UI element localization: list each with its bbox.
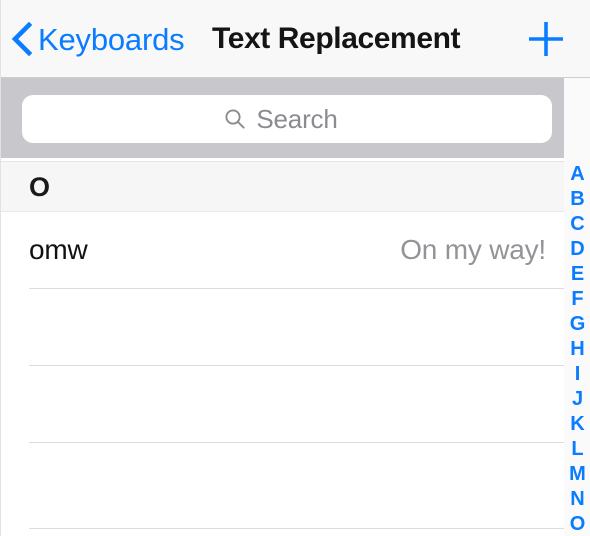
search-icon — [225, 109, 245, 129]
section-index-letter[interactable]: E — [564, 262, 590, 287]
table-row[interactable] — [1, 289, 564, 366]
row-separator — [29, 528, 564, 529]
search-bar-container: Search — [1, 78, 564, 158]
search-field-content: Search — [224, 104, 338, 134]
text-replacement-screen: Keyboards Text Replacement Search O omw … — [0, 0, 590, 536]
table-row[interactable]: omw On my way! — [1, 212, 564, 289]
section-index-letter[interactable]: G — [564, 312, 590, 337]
back-button[interactable]: Keyboards — [11, 16, 185, 62]
section-index-letter[interactable]: M — [564, 462, 590, 487]
section-index-letter[interactable]: D — [564, 237, 590, 262]
table-row[interactable] — [1, 452, 564, 529]
search-placeholder-text: Search — [256, 104, 338, 134]
add-button[interactable] — [525, 18, 567, 60]
chevron-left-icon — [11, 22, 33, 56]
row-separator — [29, 442, 564, 443]
section-index[interactable]: ABCDEFGHIJKLMNO — [564, 78, 590, 536]
section-index-letter[interactable]: K — [564, 412, 590, 437]
section-header: O — [1, 161, 564, 212]
back-button-label: Keyboards — [38, 21, 185, 57]
section-index-letter[interactable]: J — [564, 387, 590, 412]
page-title: Text Replacement — [212, 22, 461, 55]
search-input[interactable]: Search — [22, 95, 552, 143]
section-index-letter[interactable]: H — [564, 337, 590, 362]
row-phrase: On my way! — [400, 234, 546, 265]
section-index-letter[interactable]: C — [564, 212, 590, 237]
plus-icon — [529, 22, 563, 56]
section-index-letter[interactable]: I — [564, 362, 590, 387]
section-header-label: O — [29, 172, 51, 202]
row-shortcut: omw — [29, 234, 88, 265]
section-index-letter[interactable]: B — [564, 187, 590, 212]
section-index-letter[interactable]: N — [564, 487, 590, 512]
section-index-letter[interactable]: F — [564, 287, 590, 312]
table-row[interactable] — [1, 366, 564, 443]
text-replacement-list: O omw On my way! — [1, 158, 564, 536]
navigation-bar: Keyboards Text Replacement — [1, 0, 590, 78]
section-index-letter[interactable]: A — [564, 162, 590, 187]
section-index-letter[interactable]: L — [564, 437, 590, 462]
section-index-letter[interactable]: O — [564, 512, 590, 536]
